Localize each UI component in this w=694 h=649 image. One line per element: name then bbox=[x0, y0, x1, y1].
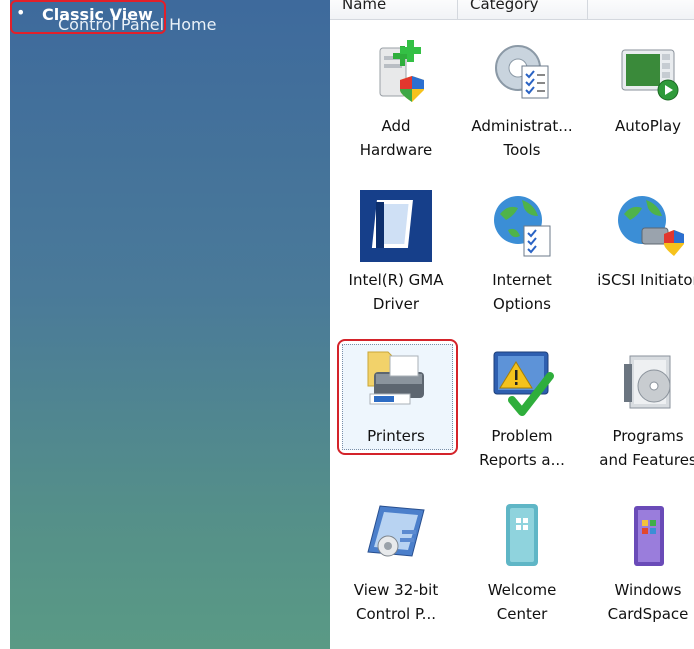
programs-features-icon bbox=[624, 355, 671, 409]
item-label: View 32-bit Control P... bbox=[353, 581, 439, 623]
problem-reports-icon bbox=[493, 351, 554, 416]
item-label: Add Hardware bbox=[359, 117, 433, 159]
item-label: Intel(R) GMA Driver bbox=[348, 271, 444, 313]
navigation-pane: Control Panel Home • Classic View bbox=[10, 0, 330, 649]
item-label: Internet Options bbox=[492, 271, 552, 313]
column-header-filler bbox=[588, 0, 694, 20]
welcome-center-icon bbox=[506, 504, 538, 566]
item-label: Printers bbox=[367, 427, 425, 445]
item-label: Programs and Features bbox=[599, 427, 694, 469]
administrative-tools-icon bbox=[495, 45, 549, 99]
column-header-name[interactable]: Name bbox=[330, 0, 458, 20]
internet-options-icon bbox=[494, 196, 551, 257]
intel-gma-driver-icon bbox=[360, 190, 432, 262]
item-label: AutoPlay bbox=[614, 117, 682, 135]
add-hardware-icon bbox=[379, 40, 424, 102]
item-label: iSCSI Initiator bbox=[597, 271, 694, 289]
item-label: Problem Reports a... bbox=[479, 427, 565, 469]
column-header-category[interactable]: Category bbox=[458, 0, 588, 20]
printers-icon bbox=[367, 351, 424, 405]
column-headers: Name Category bbox=[330, 0, 694, 22]
item-label: Windows CardSpace bbox=[607, 581, 689, 623]
item-label: Welcome Center bbox=[487, 581, 557, 623]
view-32bit-control-panel-icon bbox=[367, 505, 425, 557]
autoplay-icon bbox=[621, 49, 679, 101]
content-pane: Name Category Add Hardware Administrat..… bbox=[330, 0, 694, 649]
classic-view-label: Classic View bbox=[42, 5, 153, 24]
iscsi-initiator-icon bbox=[618, 196, 684, 256]
item-label: Administrat... Tools bbox=[471, 117, 573, 159]
windows-cardspace-icon bbox=[634, 506, 664, 566]
bullet-marker: • bbox=[16, 3, 26, 22]
